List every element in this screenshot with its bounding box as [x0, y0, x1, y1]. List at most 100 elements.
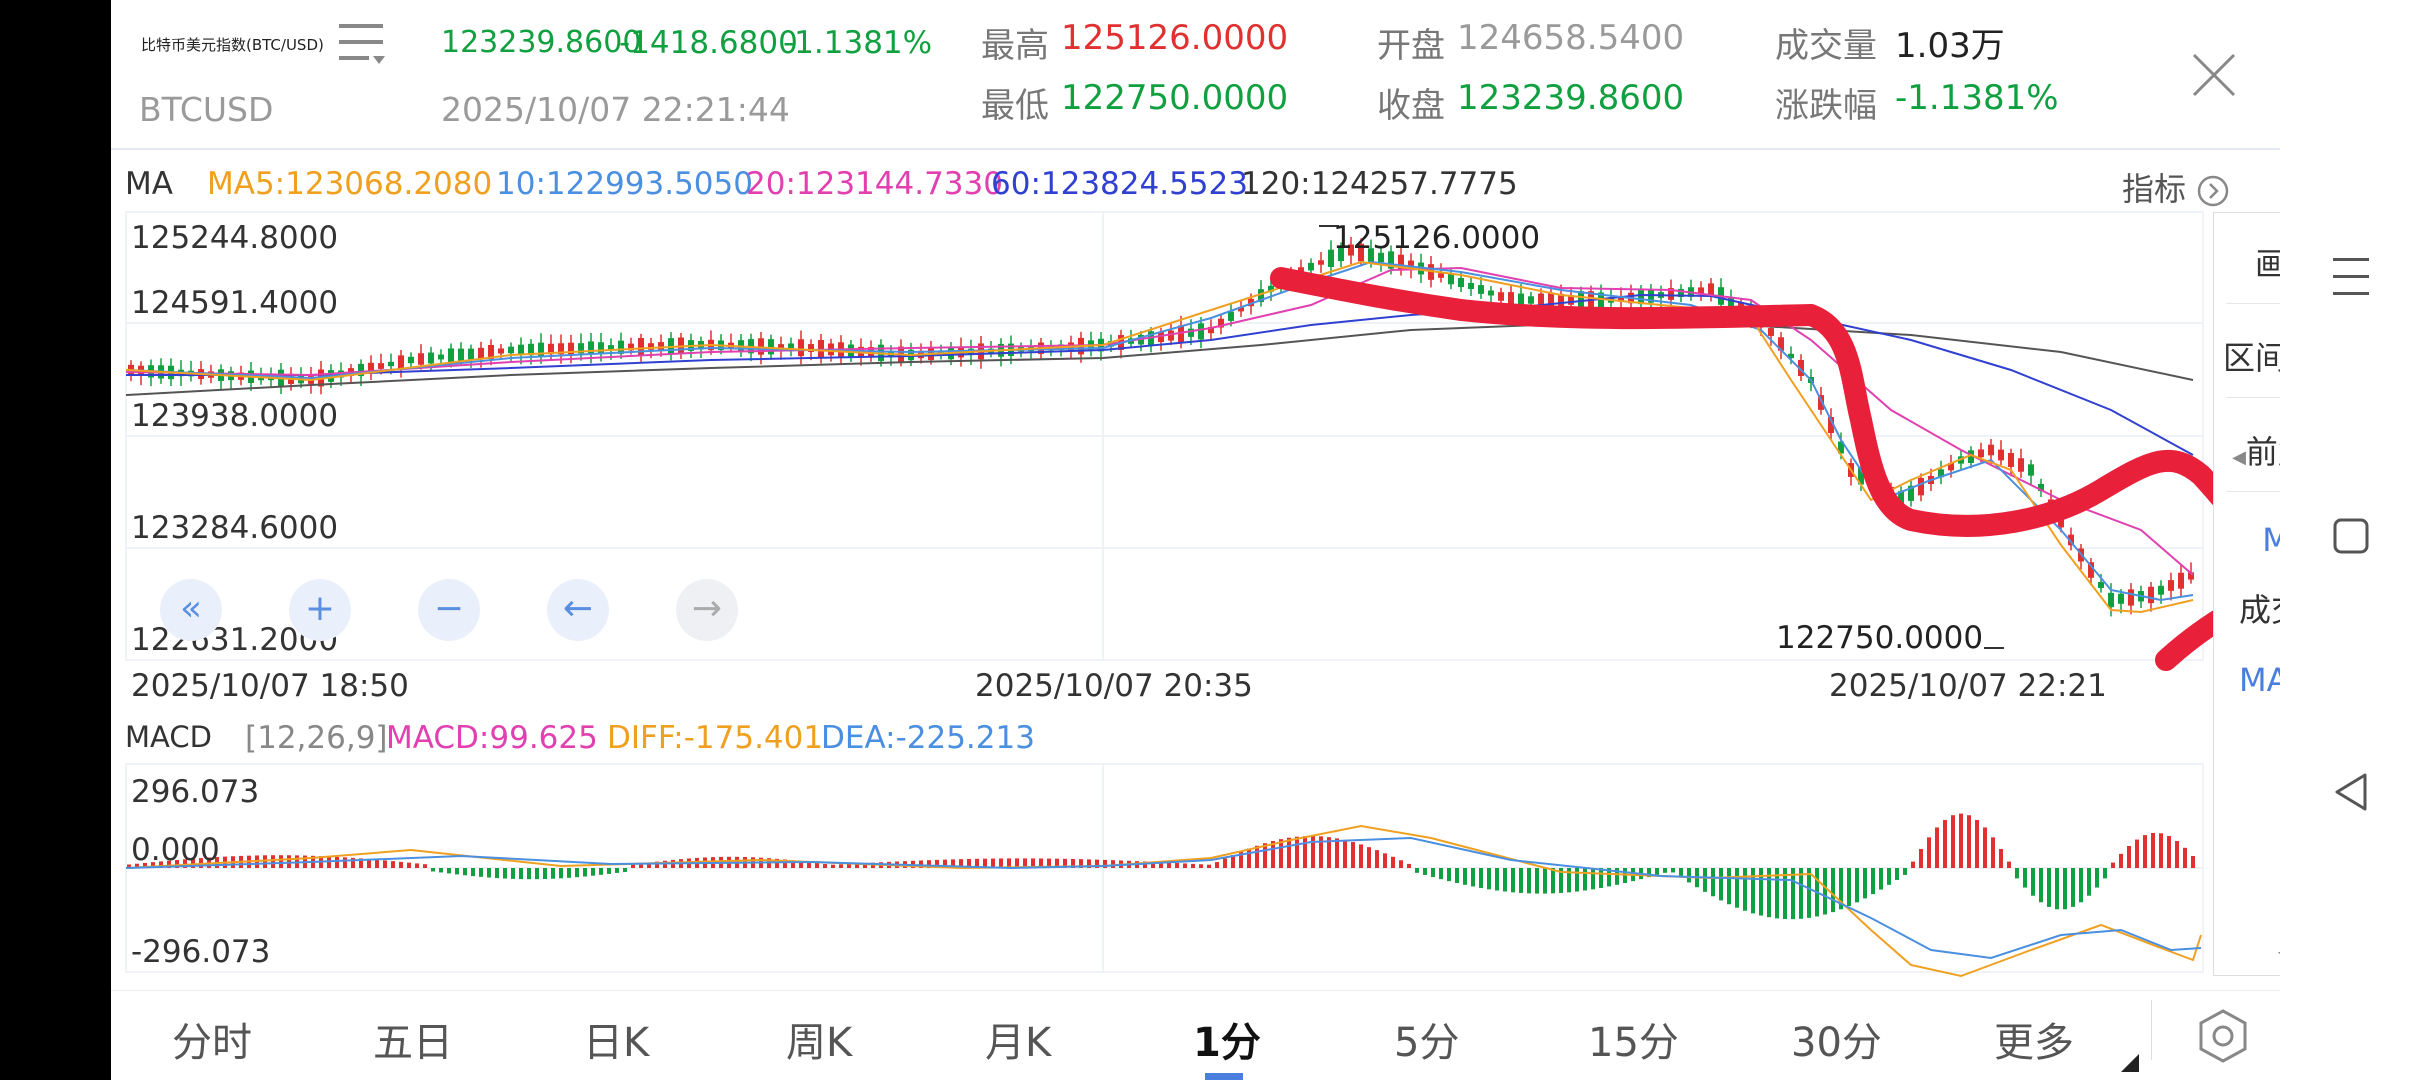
macd-bar	[527, 868, 531, 880]
settings-icon[interactable]	[2197, 1008, 2249, 1068]
nav-menu-icon[interactable]	[2333, 256, 2369, 302]
ma10-line	[125, 260, 2194, 602]
macd-bar	[2175, 841, 2179, 868]
tab-timeshare[interactable]: 分时	[172, 1010, 252, 1068]
macd-bar	[2143, 835, 2147, 868]
macd-bar	[1575, 868, 1579, 892]
plus-icon[interactable]: +	[289, 579, 351, 641]
tool-sidebar: 画线 区间统计 ◀前复权 MA 成交量 MACD	[2213, 212, 2280, 976]
macd-bar	[823, 864, 827, 868]
macd-bar	[431, 868, 435, 872]
macd-histogram	[127, 813, 2195, 920]
macd-bar	[279, 855, 283, 868]
macd-bar	[1495, 868, 1499, 891]
tab-more[interactable]: 更多	[1994, 1010, 2074, 1068]
macd-bar	[831, 864, 835, 868]
macd-bar	[271, 855, 275, 868]
macd-bar	[1199, 864, 1203, 868]
macd-bar	[1863, 868, 1867, 899]
macd-bar	[2007, 861, 2011, 868]
macd-bar	[607, 868, 611, 874]
ma60-line	[126, 293, 2194, 456]
double-left-icon[interactable]: «	[160, 579, 222, 641]
macd-bar	[2079, 868, 2083, 903]
adjust-button[interactable]: ◀前复权	[2214, 427, 2280, 473]
tab-separator	[2151, 1000, 2152, 1060]
price-tick-2: 124591.4000	[131, 285, 339, 321]
macd-bar	[1415, 868, 1419, 873]
tab-15min[interactable]: 15分	[1588, 1010, 1679, 1068]
macd-tick-2: 0.000	[131, 832, 220, 868]
arrow-left-icon[interactable]: ←	[547, 579, 609, 641]
macd-bar	[2135, 839, 2139, 868]
macd-bar	[1311, 836, 1315, 868]
min-annotation: 122750.0000	[1776, 620, 1984, 656]
macd-bar	[1823, 868, 1827, 915]
macd-bar	[503, 868, 507, 879]
tab-5day[interactable]: 五日	[373, 1010, 453, 1068]
chart-screen: 比特币美元指数(BTC/USD) BTCUSD 123239.8600 -141…	[111, 0, 2280, 1080]
macd-bar	[2015, 868, 2019, 879]
macd-bar	[439, 868, 443, 873]
macd-bar	[1895, 868, 1899, 880]
macd-bar	[1599, 868, 1603, 888]
range-stats-button[interactable]: 区间统计	[2214, 333, 2280, 379]
tab-monthly-k[interactable]: 月K	[985, 1010, 1051, 1068]
macd-bar	[1671, 868, 1675, 873]
macd-bar	[1583, 868, 1587, 891]
tab-1min[interactable]: 1分	[1193, 1010, 1261, 1068]
macd-bar	[1215, 862, 1219, 868]
price-tick-4: 123284.6000	[131, 510, 339, 546]
time-tick-3: 2025/10/07 22:21	[1829, 668, 2107, 704]
ma-toggle[interactable]: MA	[2214, 521, 2280, 559]
macd-toggle[interactable]: MACD	[2214, 661, 2280, 699]
ma20-line	[125, 266, 2194, 576]
arrow-right-icon[interactable]: →	[676, 579, 738, 641]
macd-bar	[2095, 868, 2099, 888]
macd-bar	[1751, 868, 1755, 914]
tab-daily-k[interactable]: 日K	[583, 1010, 649, 1068]
macd-bar	[1719, 868, 1723, 901]
macd-bar	[1519, 868, 1523, 893]
time-tick-1: 2025/10/07 18:50	[131, 668, 409, 704]
macd-lines	[125, 824, 2202, 978]
tab-weekly-k[interactable]: 周K	[786, 1010, 852, 1068]
macd-bar	[1335, 838, 1339, 868]
macd-bar	[1255, 845, 1259, 868]
macd-bar	[1951, 815, 1955, 868]
macd-bar	[1551, 868, 1555, 894]
macd-bar	[2103, 868, 2107, 879]
macd-bar	[1871, 868, 1875, 895]
macd-bar	[2127, 845, 2131, 868]
macd-bar	[1207, 864, 1211, 868]
macd-bar	[399, 861, 403, 868]
macd-bar	[599, 868, 603, 875]
nav-home-icon[interactable]	[2333, 518, 2369, 558]
macd-bar	[335, 856, 339, 868]
volume-toggle[interactable]: 成交量	[2214, 585, 2280, 631]
minus-icon[interactable]: −	[418, 579, 480, 641]
macd-bar	[1975, 819, 1979, 868]
macd-bar	[615, 868, 619, 873]
macd-bar	[2047, 868, 2051, 907]
macd-bar	[1463, 868, 1467, 885]
caret-left-icon: ◀	[2232, 447, 2246, 468]
macd-bar	[495, 868, 499, 879]
dea-value: DEA:-225.213	[821, 720, 1035, 756]
price-tick-3: 123938.0000	[131, 398, 339, 434]
candlesticks	[128, 236, 2194, 617]
macd-bar	[519, 868, 523, 880]
nav-back-icon[interactable]	[2333, 772, 2369, 816]
tab-5min[interactable]: 5分	[1394, 1010, 1459, 1068]
macd-bar	[407, 862, 411, 868]
macd-bar	[2119, 853, 2123, 868]
draw-line-button[interactable]: 画线	[2214, 239, 2280, 285]
macd-value: MACD:99.625	[386, 720, 598, 756]
macd-bar	[1399, 860, 1403, 868]
macd-bar	[631, 864, 635, 868]
tab-30min[interactable]: 30分	[1791, 1010, 1882, 1068]
macd-bar	[1727, 868, 1731, 905]
macd-bar	[815, 863, 819, 868]
macd-bar	[1919, 848, 1923, 868]
macd-bar	[1383, 853, 1387, 868]
